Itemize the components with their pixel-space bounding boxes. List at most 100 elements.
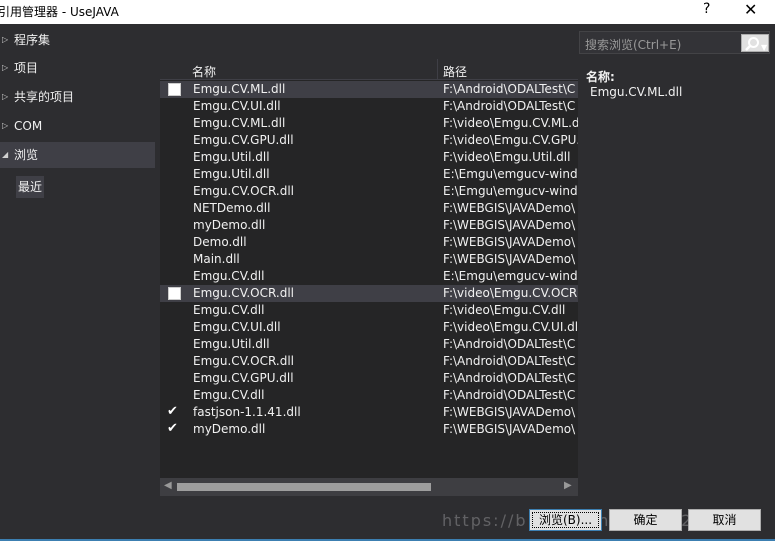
scroll-left-icon[interactable]: ◀ xyxy=(164,480,172,491)
row-name: Demo.dll xyxy=(193,235,247,249)
row-name: myDemo.dll xyxy=(193,218,266,232)
search-button[interactable]: ▼ xyxy=(741,34,769,52)
row-name: Emgu.Util.dll xyxy=(193,150,270,164)
row-path: F:\Android\ODALTest\C xyxy=(443,354,576,368)
table-row[interactable]: Emgu.CV.OCR.dll F:\video\Emgu.CV.OCR. xyxy=(160,285,578,302)
table-row[interactable]: Emgu.CV.UI.dll F:\video\Emgu.CV.UI.dll xyxy=(160,319,578,336)
search-box[interactable]: 搜索浏览(Ctrl+E) ▼ xyxy=(579,31,770,54)
sidebar-item-label: 共享的项目 xyxy=(14,90,75,104)
collapse-arrow-icon: ◢ xyxy=(2,150,9,159)
table-row[interactable]: Main.dll F:\WEBGIS\JAVADemo\ xyxy=(160,251,578,268)
column-header-path[interactable]: 路径 xyxy=(443,63,467,80)
help-button[interactable]: ? xyxy=(703,1,710,17)
expand-arrow-icon: ▷ xyxy=(2,35,9,44)
column-header-name[interactable]: 名称 xyxy=(192,63,216,80)
checkmark-icon[interactable]: ✔ xyxy=(167,420,178,437)
table-row[interactable]: Emgu.CV.dll F:\Android\ODALTest\C xyxy=(160,387,578,404)
row-name: Emgu.CV.OCR.dll xyxy=(193,354,294,368)
row-path: F:\video\Emgu.CV.dll xyxy=(443,303,566,317)
row-name: Emgu.CV.OCR.dll xyxy=(193,286,294,300)
table-row[interactable]: Emgu.CV.GPU.dll F:\video\Emgu.CV.GPU. xyxy=(160,132,578,149)
row-name: Emgu.CV.dll xyxy=(193,303,265,317)
row-name: myDemo.dll xyxy=(193,422,266,436)
close-button[interactable]: ✕ xyxy=(744,0,757,19)
row-name: Emgu.CV.dll xyxy=(193,269,265,283)
row-name: Emgu.CV.OCR.dll xyxy=(193,184,294,198)
row-path: F:\Android\ODALTest\C xyxy=(443,99,576,113)
table-row[interactable]: Demo.dll F:\WEBGIS\JAVADemo\ xyxy=(160,234,578,251)
ok-button[interactable]: 确定 xyxy=(609,509,682,531)
table-row[interactable]: Emgu.CV.OCR.dll F:\Android\ODALTest\C xyxy=(160,353,578,370)
sidebar-item-projects[interactable]: ▷ 项目 xyxy=(0,55,155,81)
table-row[interactable]: Emgu.CV.dll E:\Emgu\emgucv-windo xyxy=(160,268,578,285)
sidebar-item-label: 程序集 xyxy=(14,33,51,47)
row-name: NETDemo.dll xyxy=(193,201,271,215)
row-path: F:\video\Emgu.CV.GPU. xyxy=(443,133,578,147)
browse-button[interactable]: 浏览(B)... xyxy=(529,509,602,531)
table-row[interactable]: Emgu.CV.ML.dll F:\video\Emgu.CV.ML.d xyxy=(160,115,578,132)
list-header: 名称 路径 xyxy=(160,59,578,80)
sidebar-item-shared-projects[interactable]: ▷ 共享的项目 xyxy=(0,84,155,110)
table-row[interactable]: Emgu.Util.dll F:\Android\ODALTest\C xyxy=(160,336,578,353)
button-bar: https://blog.csdn.net/a7284851 浏览(B)... … xyxy=(0,501,775,541)
expand-arrow-icon: ▷ xyxy=(2,92,9,101)
table-row[interactable]: Emgu.CV.ML.dll F:\Android\ODALTest\C xyxy=(160,81,578,98)
row-path: F:\WEBGIS\JAVADemo\ xyxy=(443,422,576,436)
table-row[interactable]: ✔ fastjson-1.1.41.dll F:\WEBGIS\JAVADemo\ xyxy=(160,404,578,421)
scroll-right-icon[interactable]: ▶ xyxy=(564,480,572,491)
row-name: Emgu.CV.UI.dll xyxy=(193,320,281,334)
table-row[interactable]: Emgu.CV.UI.dll F:\Android\ODALTest\C xyxy=(160,98,578,115)
row-name: Emgu.CV.UI.dll xyxy=(193,99,281,113)
expand-arrow-icon: ▷ xyxy=(2,121,9,130)
checkmark-icon[interactable]: ✔ xyxy=(167,403,178,420)
expand-arrow-icon: ▷ xyxy=(2,63,9,72)
row-name: Emgu.CV.ML.dll xyxy=(193,82,286,96)
table-row[interactable]: Emgu.CV.OCR.dll E:\Emgu\emgucv-windo xyxy=(160,183,578,200)
row-name: Main.dll xyxy=(193,252,240,266)
row-path: F:\video\Emgu.CV.OCR. xyxy=(443,286,578,300)
row-name: Emgu.CV.GPU.dll xyxy=(193,133,294,147)
table-row[interactable]: Emgu.Util.dll F:\video\Emgu.Util.dll xyxy=(160,149,578,166)
details-name-value: Emgu.CV.ML.dll xyxy=(590,85,683,99)
row-name: Emgu.Util.dll xyxy=(193,337,270,351)
details-name-label: 名称: xyxy=(586,70,615,84)
sidebar: ▷ 程序集 ▷ 项目 ▷ 共享的项目 ▷ COM ◢ 浏览 最近 xyxy=(0,24,160,501)
row-name: Emgu.Util.dll xyxy=(193,167,270,181)
row-path: F:\video\Emgu.CV.UI.dll xyxy=(443,320,578,334)
sidebar-item-com[interactable]: ▷ COM xyxy=(0,113,155,139)
horizontal-scrollbar[interactable]: ◀ ▶ xyxy=(160,478,578,496)
row-path: F:\Android\ODALTest\C xyxy=(443,337,576,351)
row-path: F:\video\Emgu.Util.dll xyxy=(443,150,571,164)
search-input[interactable]: 搜索浏览(Ctrl+E) xyxy=(585,36,681,53)
table-row[interactable]: Emgu.CV.dll F:\video\Emgu.CV.dll xyxy=(160,302,578,319)
column-separator[interactable] xyxy=(437,59,438,80)
sidebar-item-recent[interactable]: 最近 xyxy=(16,176,44,198)
cancel-button[interactable]: 取消 xyxy=(688,509,761,531)
row-path: F:\WEBGIS\JAVADemo\ xyxy=(443,218,576,232)
sidebar-item-browse[interactable]: ◢ 浏览 xyxy=(0,142,155,168)
row-path: F:\WEBGIS\JAVADemo\ xyxy=(443,252,576,266)
table-row[interactable]: Emgu.Util.dll E:\Emgu\emgucv-windo xyxy=(160,166,578,183)
row-checkbox[interactable] xyxy=(168,287,181,300)
sidebar-item-label: 浏览 xyxy=(14,148,39,162)
table-row[interactable]: NETDemo.dll F:\WEBGIS\JAVADemo\ xyxy=(160,200,578,217)
row-path: F:\Android\ODALTest\C xyxy=(443,388,576,402)
row-name: Emgu.CV.GPU.dll xyxy=(193,371,294,385)
scrollbar-thumb[interactable] xyxy=(177,483,431,491)
row-checkbox[interactable] xyxy=(168,83,181,96)
row-path: E:\Emgu\emgucv-windo xyxy=(443,167,578,181)
table-row[interactable]: myDemo.dll F:\WEBGIS\JAVADemo\ xyxy=(160,217,578,234)
sidebar-item-assemblies[interactable]: ▷ 程序集 xyxy=(0,27,155,53)
row-path: F:\video\Emgu.CV.ML.d xyxy=(443,116,578,130)
table-row[interactable]: ✔ myDemo.dll F:\WEBGIS\JAVADemo\ xyxy=(160,421,578,438)
row-name: Emgu.CV.ML.dll xyxy=(193,116,286,130)
row-path: F:\Android\ODALTest\C xyxy=(443,371,576,385)
table-row[interactable]: Emgu.CV.GPU.dll F:\Android\ODALTest\C xyxy=(160,370,578,387)
row-path: F:\Android\ODALTest\C xyxy=(443,82,576,96)
reference-list: 名称 路径 Emgu.CV.ML.dll F:\Android\ODALTest\… xyxy=(160,59,578,478)
chevron-down-icon: ▼ xyxy=(761,43,768,52)
row-path: F:\WEBGIS\JAVADemo\ xyxy=(443,235,576,249)
row-path: F:\WEBGIS\JAVADemo\ xyxy=(443,405,576,419)
row-path: E:\Emgu\emgucv-windo xyxy=(443,269,578,283)
sidebar-item-label: COM xyxy=(14,119,43,133)
